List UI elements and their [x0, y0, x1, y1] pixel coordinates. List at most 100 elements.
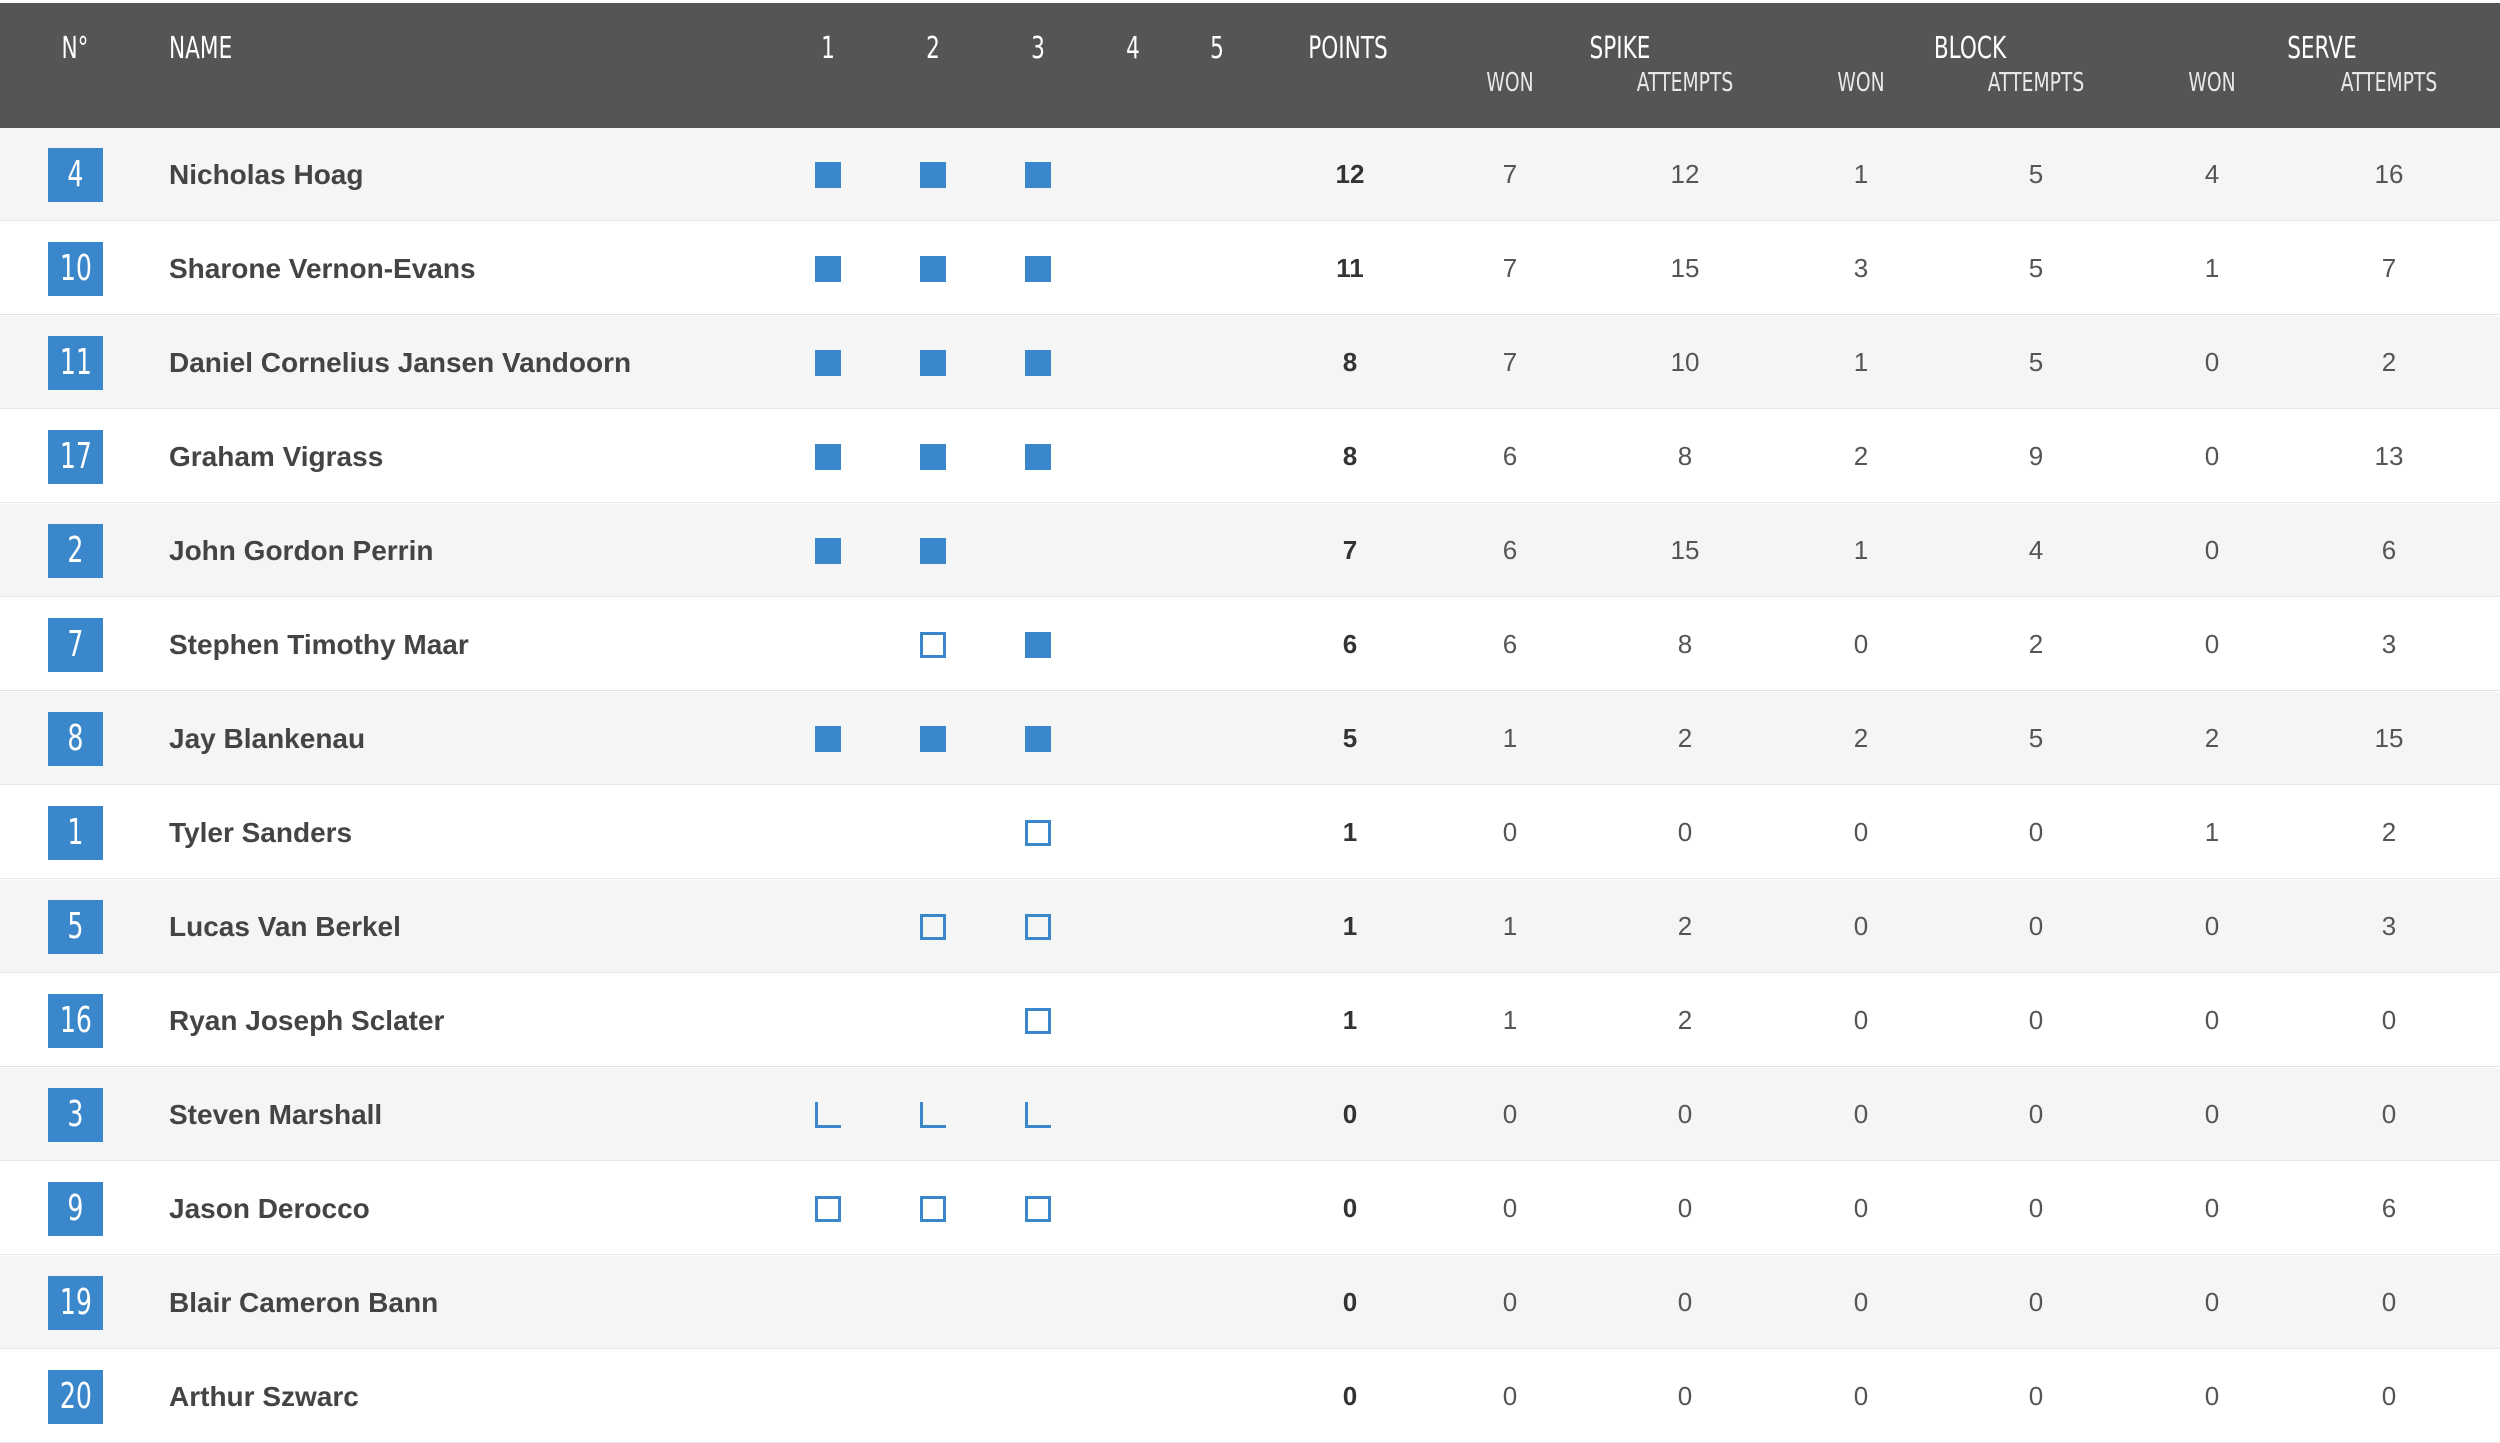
set-2-outline-marker	[920, 914, 946, 940]
spike-attempts-cell: 0	[1677, 817, 1693, 847]
points-cell: 12	[1335, 159, 1365, 189]
points-cell: 0	[1342, 1193, 1358, 1223]
block-won-cell: 0	[1853, 1287, 1869, 1317]
serve-attempts-cell: 16	[2374, 159, 2404, 189]
player-number-badge: 20	[48, 1370, 103, 1424]
header-set-1: 1	[821, 31, 835, 66]
spike-attempts-cell: 10	[1670, 347, 1700, 377]
player-name: Steven Marshall	[169, 1099, 383, 1130]
block-attempts-cell: 0	[2028, 817, 2044, 847]
header-spike-won: WON	[1486, 68, 1534, 98]
player-number-badge: 10	[48, 242, 103, 296]
spike-won-cell: 0	[1502, 1287, 1518, 1317]
header-number: N°	[61, 31, 89, 66]
block-attempts-cell: 0	[2028, 1381, 2044, 1411]
player-number: 2	[67, 530, 84, 571]
player-name: Arthur Szwarc	[169, 1381, 359, 1412]
block-attempts-cell: 4	[2028, 535, 2044, 565]
serve-attempts-cell: 2	[2381, 817, 2397, 847]
block-won-cell: 1	[1853, 159, 1869, 189]
header-serve-attempts: ATTEMPTS	[2340, 68, 2438, 98]
header-set-4: 4	[1126, 31, 1140, 66]
player-number: 11	[59, 342, 92, 383]
player-stats-table: N° NAME 1 2 3 4 5 POINTS SPIKE BLOCK SER…	[0, 0, 2500, 1443]
player-number-badge: 16	[48, 994, 103, 1048]
block-won-cell: 3	[1853, 253, 1869, 283]
spike-attempts-cell: 0	[1677, 1381, 1693, 1411]
header-block: BLOCK	[1933, 31, 2007, 66]
header-points: POINTS	[1308, 31, 1388, 66]
block-won-cell: 2	[1853, 723, 1869, 753]
block-won-cell: 2	[1853, 441, 1869, 471]
player-name: Jason Derocco	[169, 1193, 370, 1224]
serve-attempts-cell: 0	[2381, 1099, 2397, 1129]
block-won-cell: 0	[1853, 1381, 1869, 1411]
table-row: 16 Ryan Joseph Sclater 1 1 2 0 0 0 0	[0, 974, 2500, 1067]
player-number: 9	[67, 1188, 84, 1229]
set-1-full-marker	[815, 162, 841, 188]
serve-won-cell: 0	[2204, 1287, 2220, 1317]
set-1-outline-marker	[815, 1196, 841, 1222]
block-won-cell: 0	[1853, 1193, 1869, 1223]
block-attempts-cell: 5	[2028, 159, 2044, 189]
serve-won-cell: 1	[2204, 253, 2220, 283]
spike-won-cell: 6	[1502, 629, 1518, 659]
set-3-full-marker	[1025, 256, 1051, 282]
player-number: 4	[67, 154, 84, 195]
spike-won-cell: 0	[1502, 817, 1518, 847]
set-3-full-marker	[1025, 350, 1051, 376]
serve-won-cell: 0	[2204, 1005, 2220, 1035]
points-cell: 1	[1342, 817, 1358, 847]
spike-attempts-cell: 15	[1670, 253, 1700, 283]
header-set-3: 3	[1031, 31, 1045, 66]
player-number-badge: 4	[48, 148, 103, 202]
block-attempts-cell: 5	[2028, 347, 2044, 377]
set-2-corner-marker	[920, 1102, 946, 1128]
header-block-won: WON	[1837, 68, 1885, 98]
points-cell: 0	[1342, 1099, 1358, 1129]
serve-won-cell: 2	[2204, 723, 2220, 753]
block-attempts-cell: 5	[2028, 253, 2044, 283]
serve-attempts-cell: 6	[2381, 535, 2397, 565]
points-cell: 11	[1336, 253, 1364, 283]
serve-won-cell: 1	[2204, 817, 2220, 847]
header-set-5: 5	[1210, 31, 1224, 66]
player-name: Lucas Van Berkel	[169, 911, 401, 942]
table-header: N° NAME 1 2 3 4 5 POINTS SPIKE BLOCK SER…	[0, 3, 2500, 128]
block-attempts-cell: 0	[2028, 1099, 2044, 1129]
player-name: Ryan Joseph Sclater	[169, 1005, 445, 1036]
header-serve-won: WON	[2188, 68, 2236, 98]
points-cell: 8	[1342, 347, 1358, 377]
player-number: 3	[67, 1094, 84, 1135]
table-row: 11 Daniel Cornelius Jansen Vandoorn 8 7 10 1 5…	[0, 316, 2500, 409]
player-number-badge: 11	[48, 336, 103, 390]
spike-attempts-cell: 8	[1677, 629, 1693, 659]
serve-won-cell: 0	[2204, 911, 2220, 941]
set-3-full-marker	[1025, 632, 1051, 658]
table-row: 1 Tyler Sanders 1 0 0 0 0 1 2	[0, 786, 2500, 879]
header-spike: SPIKE	[1589, 31, 1651, 66]
serve-attempts-cell: 13	[2374, 441, 2404, 471]
block-won-cell: 0	[1853, 817, 1869, 847]
points-cell: 5	[1342, 723, 1358, 753]
set-1-corner-marker	[815, 1102, 841, 1128]
points-cell: 6	[1342, 629, 1358, 659]
spike-attempts-cell: 15	[1670, 535, 1700, 565]
table-row: 3 Steven Marshall 0 0 0 0 0 0 0	[0, 1068, 2500, 1161]
spike-won-cell: 1	[1502, 1005, 1518, 1035]
spike-won-cell: 7	[1502, 347, 1518, 377]
points-cell: 0	[1342, 1287, 1358, 1317]
spike-won-cell: 1	[1502, 723, 1518, 753]
player-name: Sharone Vernon-Evans	[169, 253, 476, 284]
player-number: 20	[59, 1376, 92, 1417]
player-number: 10	[59, 248, 92, 289]
table-row: 4 Nicholas Hoag 12 7 12 1 5 4 16	[0, 128, 2500, 221]
player-number: 17	[59, 436, 92, 477]
player-number-badge: 5	[48, 900, 103, 954]
set-2-full-marker	[920, 350, 946, 376]
spike-won-cell: 0	[1502, 1381, 1518, 1411]
set-3-outline-marker	[1025, 1196, 1051, 1222]
table-row: 20 Arthur Szwarc 0 0 0 0 0 0 0	[0, 1350, 2500, 1443]
spike-attempts-cell: 2	[1677, 723, 1693, 753]
set-1-full-marker	[815, 350, 841, 376]
